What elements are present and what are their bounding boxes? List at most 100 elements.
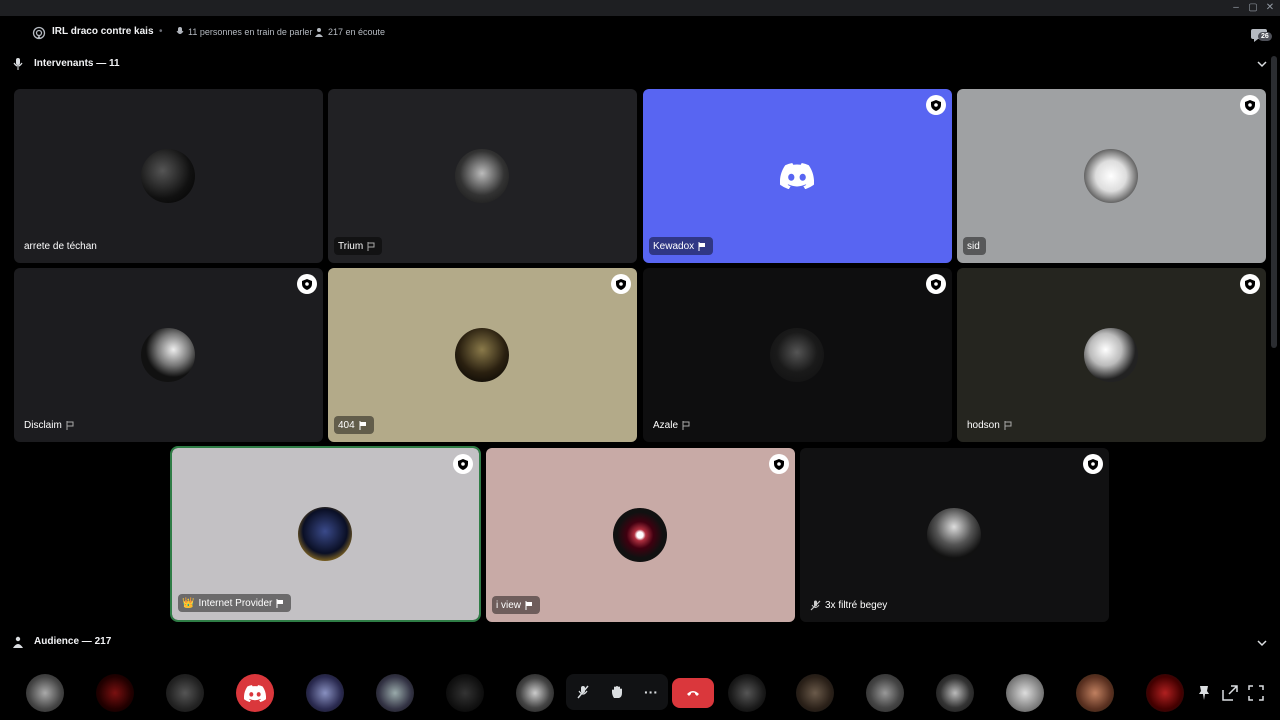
discord-logo-icon bbox=[244, 684, 266, 702]
flag-icon bbox=[66, 420, 74, 430]
avatar bbox=[455, 149, 509, 203]
mic-muted-icon bbox=[810, 600, 821, 610]
speaker-tile[interactable]: arrete de téchan bbox=[14, 89, 323, 263]
speaker-name-tag: Disclaim bbox=[20, 416, 81, 434]
audience-avatar[interactable] bbox=[96, 674, 134, 712]
flag-icon bbox=[698, 241, 706, 251]
listeners-count: 217 en écoute bbox=[314, 27, 385, 37]
audience-avatar[interactable] bbox=[166, 674, 204, 712]
mic-icon bbox=[176, 27, 184, 34]
avatar bbox=[141, 328, 195, 382]
flag-icon bbox=[359, 420, 366, 430]
fullscreen-icon[interactable] bbox=[1247, 684, 1265, 702]
flag-icon bbox=[525, 600, 533, 610]
stage-title: IRL draco contre kais bbox=[52, 26, 154, 37]
speaker-name-tag: hodson bbox=[963, 416, 1019, 434]
close-icon[interactable]: ✕ bbox=[1264, 2, 1276, 14]
popout-icon[interactable] bbox=[1221, 684, 1239, 702]
audience-section-header[interactable]: Audience — 217 bbox=[0, 629, 1280, 655]
speaker-name-tag: Azale bbox=[649, 416, 697, 434]
audience-avatar[interactable] bbox=[446, 674, 484, 712]
speaker-name: hodson bbox=[967, 419, 1000, 431]
crown-icon: 👑 bbox=[182, 597, 195, 609]
speakers-count: 11 personnes en train de parler bbox=[176, 27, 312, 37]
listeners-icon bbox=[315, 28, 323, 37]
speaker-tile[interactable]: Azale bbox=[643, 268, 952, 442]
moderator-shield-icon bbox=[926, 95, 946, 115]
audience-avatar[interactable] bbox=[1006, 674, 1044, 712]
speaker-name: sid bbox=[967, 240, 980, 252]
chevron-down-icon[interactable] bbox=[1256, 637, 1268, 649]
speaker-name-tag: arrete de téchan bbox=[20, 237, 103, 255]
speaker-name: Internet Provider bbox=[198, 597, 273, 609]
audience-avatar[interactable] bbox=[796, 674, 834, 712]
mic-icon bbox=[13, 58, 23, 70]
moderator-shield-icon bbox=[769, 454, 789, 474]
audience-avatar[interactable] bbox=[376, 674, 414, 712]
audience-avatar[interactable] bbox=[1146, 674, 1184, 712]
audience-avatar[interactable] bbox=[26, 674, 64, 712]
avatar bbox=[770, 328, 824, 382]
moderator-shield-icon bbox=[1240, 95, 1260, 115]
speaker-name: 3x filtré begey bbox=[825, 599, 888, 611]
stage-channel-icon bbox=[32, 26, 46, 40]
moderator-shield-icon bbox=[1083, 454, 1103, 474]
speaker-name: Azale bbox=[653, 419, 679, 431]
audience-avatar[interactable] bbox=[236, 674, 274, 712]
moderator-shield-icon bbox=[926, 274, 946, 294]
stage-header: IRL draco contre kais • 11 personnes en … bbox=[0, 16, 1280, 50]
speakers-section-title: Intervenants — 11 bbox=[34, 58, 120, 69]
discord-logo-icon bbox=[780, 163, 814, 189]
window-titlebar: – ▢ ✕ bbox=[0, 0, 1280, 16]
audience-avatar[interactable] bbox=[306, 674, 344, 712]
mic-muted-icon[interactable] bbox=[572, 681, 594, 703]
moderator-shield-icon bbox=[297, 274, 317, 294]
avatar bbox=[1084, 328, 1138, 382]
moderator-shield-icon bbox=[1240, 274, 1260, 294]
speaker-name-tag: 3x filtré begey bbox=[806, 596, 893, 614]
speaker-name: 404 bbox=[338, 419, 355, 431]
speaker-tile[interactable]: 404 bbox=[328, 268, 637, 442]
listeners-count-text: 217 en écoute bbox=[328, 27, 386, 37]
header-separator: • bbox=[159, 26, 163, 37]
audience-avatar[interactable] bbox=[728, 674, 766, 712]
speaker-tile[interactable]: hodson bbox=[957, 268, 1266, 442]
audience-icon bbox=[13, 636, 23, 648]
avatar bbox=[927, 508, 981, 562]
phone-hangup-icon bbox=[687, 691, 699, 696]
avatar bbox=[455, 328, 509, 382]
audience-section-title: Audience — 217 bbox=[34, 636, 112, 647]
avatar bbox=[1084, 149, 1138, 203]
speaker-name-tag: Kewadox bbox=[649, 237, 714, 255]
speaker-tile[interactable]: i view bbox=[486, 448, 795, 622]
scrollbar[interactable] bbox=[1271, 56, 1277, 348]
flag-icon bbox=[682, 420, 690, 430]
speaker-tile[interactable]: sid bbox=[957, 89, 1266, 263]
more-options-button[interactable]: ··· bbox=[640, 681, 662, 703]
avatar bbox=[298, 507, 352, 561]
audience-avatar[interactable] bbox=[936, 674, 974, 712]
speaker-name-tag: sid bbox=[963, 237, 986, 255]
minimize-icon[interactable]: – bbox=[1230, 2, 1242, 14]
chevron-down-icon[interactable] bbox=[1256, 58, 1268, 70]
leave-stage-button[interactable] bbox=[672, 678, 714, 708]
pin-icon[interactable] bbox=[1195, 684, 1213, 702]
speaker-name-tag: i view bbox=[492, 596, 541, 614]
speaker-name: i view bbox=[496, 599, 522, 611]
flag-icon bbox=[1004, 420, 1012, 430]
maximize-icon[interactable]: ▢ bbox=[1247, 2, 1259, 14]
speaker-name-tag: Trium bbox=[334, 237, 383, 255]
avatar bbox=[613, 508, 667, 562]
flag-icon bbox=[276, 598, 284, 608]
speakers-section-header[interactable]: Intervenants — 11 bbox=[0, 51, 1280, 77]
speaker-tile[interactable]: Disclaim bbox=[14, 268, 323, 442]
speaker-tile[interactable]: Trium bbox=[328, 89, 637, 263]
audience-avatar[interactable] bbox=[866, 674, 904, 712]
audience-avatar[interactable] bbox=[516, 674, 554, 712]
raise-hand-icon[interactable] bbox=[606, 681, 628, 703]
speaker-name-tag: 👑 Internet Provider bbox=[178, 594, 292, 612]
speaker-tile[interactable]: Kewadox bbox=[643, 89, 952, 263]
audience-avatar[interactable] bbox=[1076, 674, 1114, 712]
speaker-tile[interactable]: 👑 Internet Provider bbox=[170, 446, 481, 622]
speaker-tile[interactable]: 3x filtré begey bbox=[800, 448, 1109, 622]
